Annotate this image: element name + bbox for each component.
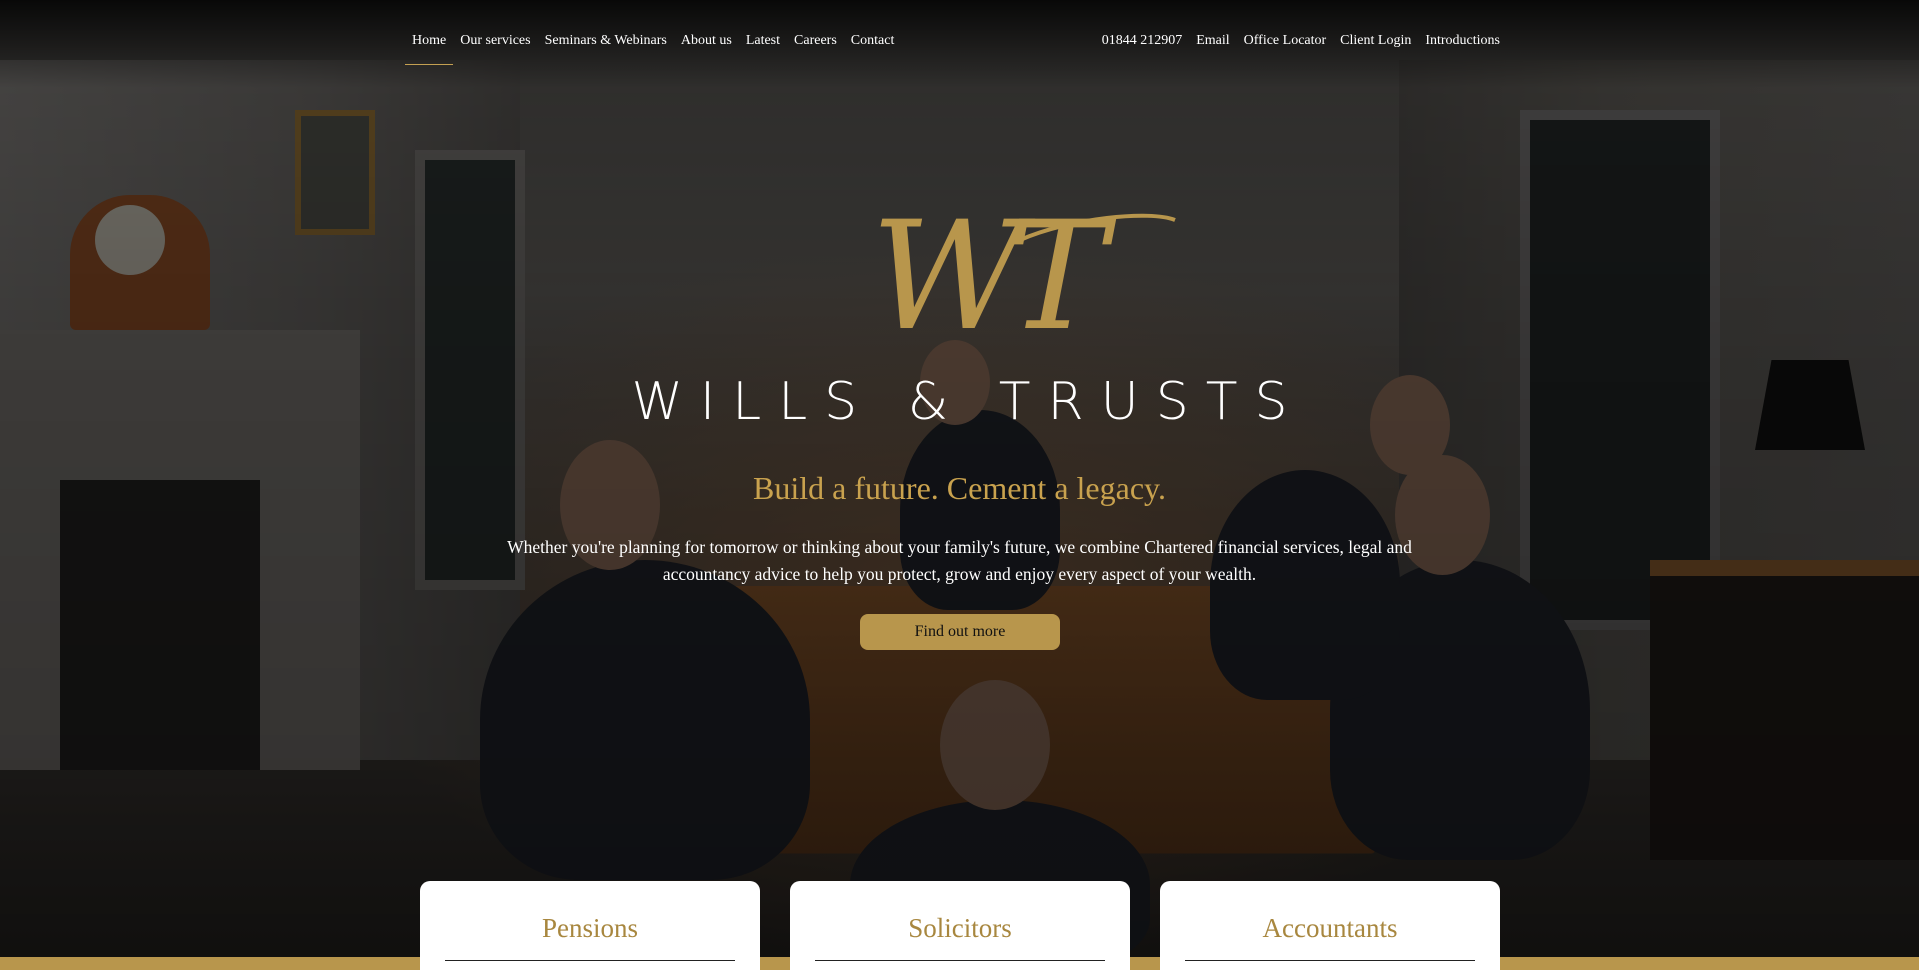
card-divider [815,960,1105,961]
card-title: Solicitors [790,913,1130,944]
card-solicitors[interactable]: Solicitors [790,881,1130,970]
nav-seminars-webinars[interactable]: Seminars & Webinars [538,33,674,49]
card-title: Accountants [1160,913,1500,944]
top-navigation: Home Our services Seminars & Webinars Ab… [0,0,1919,70]
nav-office-locator[interactable]: Office Locator [1237,33,1334,49]
nav-about-us[interactable]: About us [674,33,739,49]
nav-phone[interactable]: 01844 212907 [1095,33,1190,49]
find-out-more-button[interactable]: Find out more [860,614,1060,650]
nav-latest[interactable]: Latest [739,33,787,49]
hero-tagline: Build a future. Cement a legacy. [0,470,1919,507]
card-divider [1185,960,1475,961]
nav-email[interactable]: Email [1189,33,1236,49]
card-title: Pensions [420,913,760,944]
hero-intro: Whether you're planning for tomorrow or … [480,534,1439,588]
nav-contact[interactable]: Contact [844,33,902,49]
primary-nav: Home Our services Seminars & Webinars Ab… [405,33,901,49]
card-divider [445,960,735,961]
card-accountants[interactable]: Accountants [1160,881,1500,970]
nav-careers[interactable]: Careers [787,33,844,49]
nav-our-services[interactable]: Our services [453,33,537,49]
card-pensions[interactable]: Pensions [420,881,760,970]
nav-home[interactable]: Home [405,33,453,49]
service-cards: Pensions Solicitors Accountants [420,881,1500,970]
brand-name: WILLS & TRUSTS [0,372,1919,432]
nav-introductions[interactable]: Introductions [1418,33,1507,49]
secondary-nav: 01844 212907 Email Office Locator Client… [1095,33,1507,49]
wt-monogram-logo: WT [770,200,1190,360]
nav-client-login[interactable]: Client Login [1333,33,1418,49]
